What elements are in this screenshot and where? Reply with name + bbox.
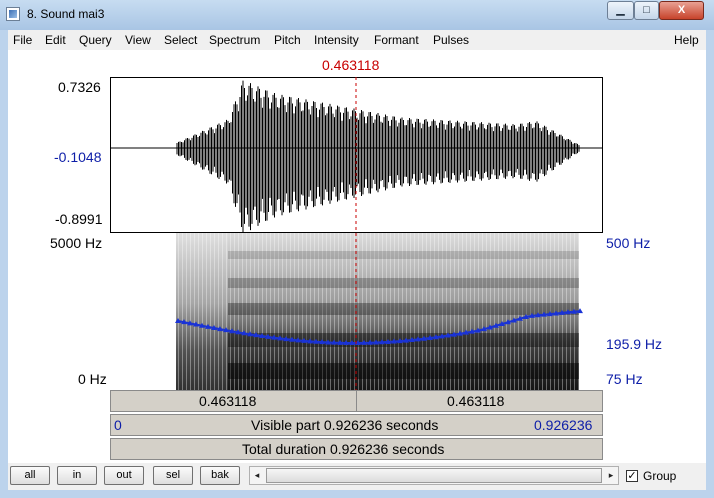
zoom-in-button[interactable]: in (57, 466, 97, 485)
right-segment-bar[interactable]: 0.463118 (356, 390, 603, 412)
menu-help[interactable]: Help (674, 33, 699, 47)
close-button[interactable]: X (659, 1, 704, 20)
scroll-right-arrow-icon[interactable]: ▸ (604, 467, 618, 484)
right-segment-label: 0.463118 (447, 393, 505, 409)
wave-max-label: 0.7326 (58, 79, 101, 95)
maximize-button[interactable]: □ (634, 1, 659, 20)
visible-start-label: 0 (114, 417, 122, 433)
menu-pitch[interactable]: Pitch (274, 33, 301, 47)
spec-top-label: 5000 Hz (50, 235, 103, 251)
horizontal-scrollbar[interactable]: ◂ ▸ (249, 466, 619, 485)
zoom-back-button[interactable]: bak (200, 466, 240, 485)
visible-part-bar[interactable]: 0 Visible part 0.926236 seconds 0.926236 (110, 414, 603, 436)
menu-intensity[interactable]: Intensity (314, 33, 359, 47)
menu-select[interactable]: Select (164, 33, 197, 47)
wave-min-label: -0.8991 (55, 211, 103, 227)
pitch-cursor-label: 195.9 Hz (606, 336, 663, 352)
visible-part-label: Visible part 0.926236 seconds (251, 417, 439, 433)
menu-edit[interactable]: Edit (45, 33, 66, 47)
praat-app-icon (6, 7, 20, 21)
window-title: 8. Sound mai3 (27, 7, 105, 21)
scrollbar-thumb[interactable] (266, 468, 602, 483)
left-segment-bar[interactable]: 0.463118 (110, 390, 357, 412)
left-segment-label: 0.463118 (199, 393, 257, 409)
minimize-button[interactable]: ▁ (607, 1, 634, 20)
pitch-bottom-label: 75 Hz (606, 371, 643, 387)
visible-end-label: 0.926236 (534, 417, 593, 433)
zoom-all-button[interactable]: all (10, 466, 50, 485)
zoom-sel-button[interactable]: sel (153, 466, 193, 485)
total-duration-label: Total duration 0.926236 seconds (242, 441, 445, 457)
group-checkbox[interactable]: ✓ (626, 470, 638, 482)
menu-pulses[interactable]: Pulses (433, 33, 469, 47)
total-duration-bar[interactable]: Total duration 0.926236 seconds (110, 438, 603, 460)
zoom-out-button[interactable]: out (104, 466, 144, 485)
wave-zero-label: -0.1048 (54, 149, 102, 165)
scroll-left-arrow-icon[interactable]: ◂ (250, 467, 264, 484)
cursor-line[interactable] (350, 77, 364, 390)
menu-view[interactable]: View (125, 33, 151, 47)
group-label: Group (643, 469, 677, 483)
menu-file[interactable]: File (13, 33, 32, 47)
menu-spectrum[interactable]: Spectrum (209, 33, 260, 47)
menu-query[interactable]: Query (79, 33, 112, 47)
pitch-top-label: 500 Hz (606, 235, 651, 251)
cursor-time-label: 0.463118 (322, 57, 380, 73)
menu-bar: File Edit Query View Select Spectrum Pit… (8, 30, 706, 50)
spec-bottom-label: 0 Hz (78, 371, 107, 387)
menu-formant[interactable]: Formant (374, 33, 419, 47)
